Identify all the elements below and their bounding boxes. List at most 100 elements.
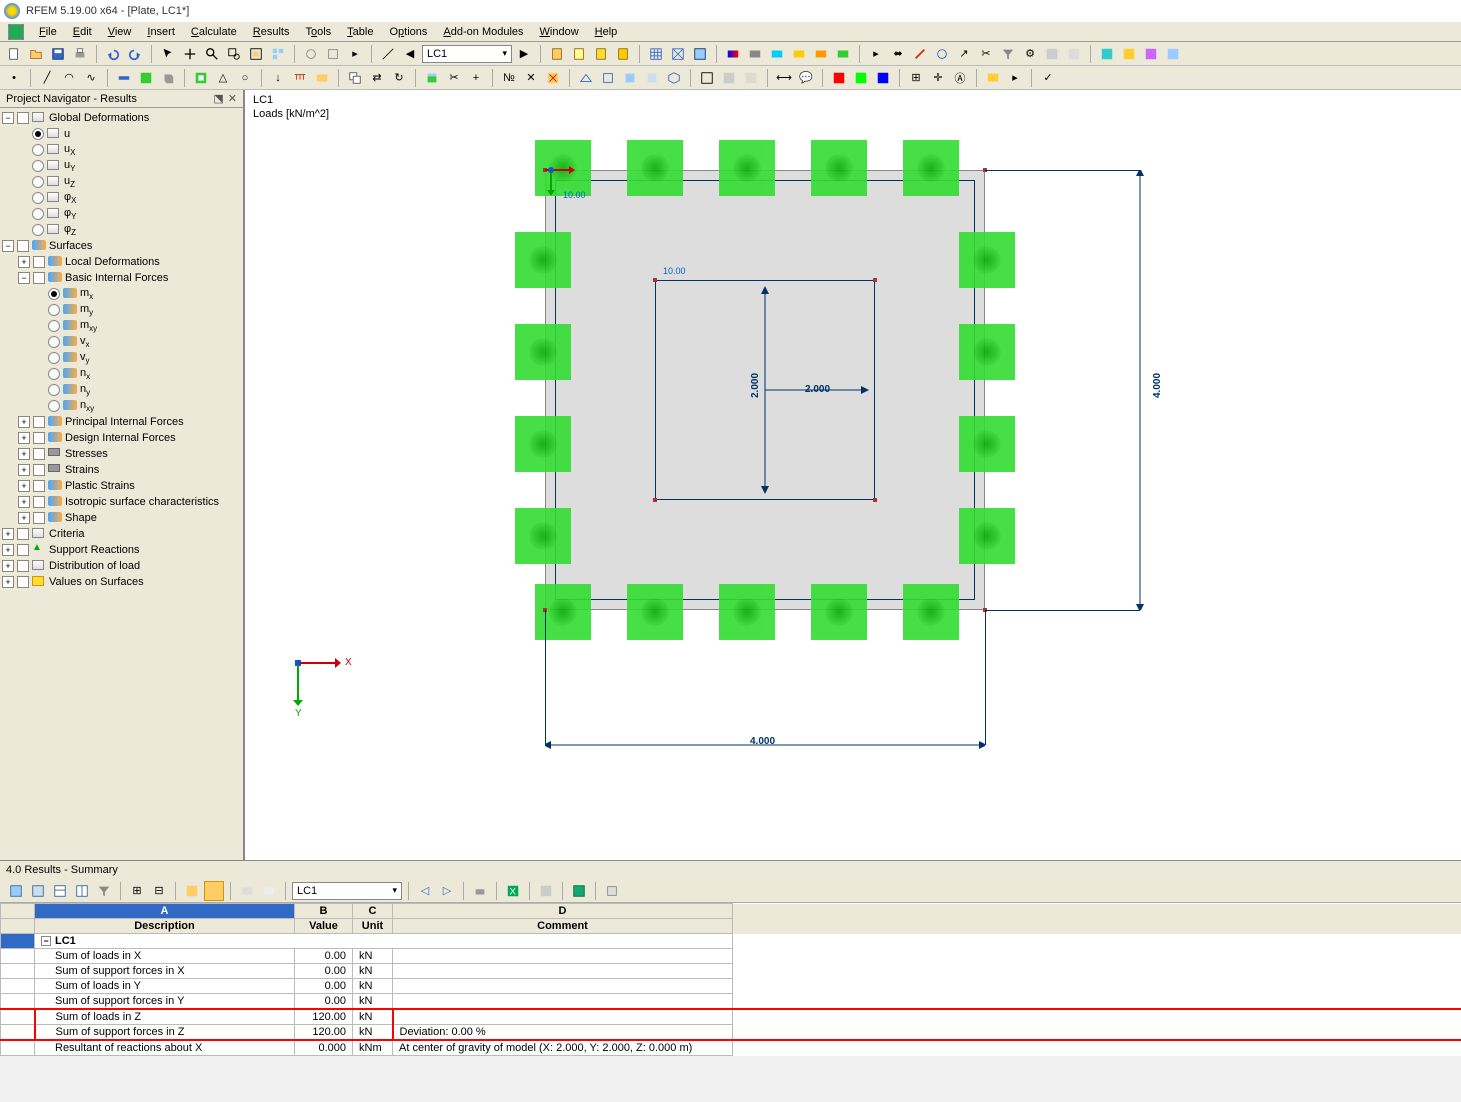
view-persp-icon[interactable] xyxy=(576,68,596,88)
tree-iso[interactable]: +Isotropic surface characteristics xyxy=(0,494,243,510)
tree-gd-u[interactable]: u xyxy=(0,126,243,142)
tree-basic-internal[interactable]: −Basic Internal Forces xyxy=(0,270,243,286)
spline-icon[interactable]: ∿ xyxy=(81,68,101,88)
tree-bi-my[interactable]: my xyxy=(0,302,243,318)
tree-values-surfaces[interactable]: +Values on Surfaces xyxy=(0,574,243,590)
sections-icon[interactable] xyxy=(910,44,930,64)
rt-view2-icon[interactable] xyxy=(259,881,279,901)
collapse-icon[interactable]: − xyxy=(18,272,30,284)
rt-prev-icon[interactable] xyxy=(28,881,48,901)
color1-icon[interactable] xyxy=(829,68,849,88)
axes-icon[interactable]: ✛ xyxy=(928,68,948,88)
table-row[interactable]: Sum of loads in X0.00kN xyxy=(1,949,1461,964)
menu-results[interactable]: Results xyxy=(246,24,297,40)
view-side-icon[interactable] xyxy=(642,68,662,88)
solid-view-icon[interactable] xyxy=(719,68,739,88)
expand-icon[interactable]: + xyxy=(18,464,30,476)
expand-icon[interactable]: + xyxy=(18,416,30,428)
res4-icon[interactable] xyxy=(789,44,809,64)
tree-local-def[interactable]: +Local Deformations xyxy=(0,254,243,270)
calc3-icon[interactable] xyxy=(591,44,611,64)
tree-gd-phix[interactable]: φX xyxy=(0,190,243,206)
wire-icon[interactable] xyxy=(697,68,717,88)
load3-icon[interactable] xyxy=(312,68,332,88)
tree-stresses[interactable]: +Stresses xyxy=(0,446,243,462)
rt-lc-next-icon[interactable]: ▷ xyxy=(437,881,457,901)
solid-icon[interactable] xyxy=(158,68,178,88)
hdr-value[interactable]: Value xyxy=(295,919,353,934)
support-icon[interactable]: △ xyxy=(213,68,233,88)
dim-icon[interactable]: ⟷ xyxy=(774,68,794,88)
table-row[interactable]: Sum of support forces in X0.00kN xyxy=(1,964,1461,979)
nav-tree[interactable]: −Global Deformations u uX uY uZ φX φY φZ… xyxy=(0,108,243,860)
rt-nav2-icon[interactable] xyxy=(204,881,224,901)
print-icon[interactable] xyxy=(70,44,90,64)
model-viewport[interactable]: LC1 Loads [kN/m^2] xyxy=(244,90,1461,860)
snap-icon[interactable] xyxy=(323,44,343,64)
expand-icon[interactable]: + xyxy=(18,256,30,268)
anim-icon[interactable]: ▸ xyxy=(866,44,886,64)
display-icon[interactable] xyxy=(983,68,1003,88)
hdr-description[interactable]: Description xyxy=(35,919,295,934)
tree-bi-mx[interactable]: mx xyxy=(0,286,243,302)
rt-expand-icon[interactable]: ⊞ xyxy=(127,881,147,901)
rt-collapse-icon[interactable]: ⊟ xyxy=(149,881,169,901)
res1-icon[interactable] xyxy=(723,44,743,64)
rt-copy-icon[interactable] xyxy=(536,881,556,901)
scale-icon[interactable]: ⬌ xyxy=(888,44,908,64)
view-top-icon[interactable] xyxy=(598,68,618,88)
res6-icon[interactable] xyxy=(833,44,853,64)
hdr-unit[interactable]: Unit xyxy=(353,919,393,934)
table-group-row[interactable]: −LC1 xyxy=(1,934,1461,949)
close-panel-icon[interactable]: ✕ xyxy=(228,92,237,105)
expand-icon[interactable]: + xyxy=(2,576,14,588)
rt-excel-icon[interactable]: X xyxy=(503,881,523,901)
menu-tools[interactable]: Tools xyxy=(298,24,338,40)
member-icon[interactable] xyxy=(114,68,134,88)
tree-bi-vy[interactable]: vy xyxy=(0,350,243,366)
mod2-icon[interactable] xyxy=(1119,44,1139,64)
rotate-icon[interactable]: ↻ xyxy=(389,68,409,88)
num-icon[interactable]: № xyxy=(499,68,519,88)
tree-distribution[interactable]: +Distribution of load xyxy=(0,558,243,574)
mesh1-icon[interactable] xyxy=(646,44,666,64)
menu-file[interactable]: File xyxy=(32,24,64,40)
calc-icon[interactable] xyxy=(547,44,567,64)
placeholder-icon[interactable] xyxy=(1042,44,1062,64)
tree-gd-phiy[interactable]: φY xyxy=(0,206,243,222)
rt-table1-icon[interactable] xyxy=(50,881,70,901)
rt-table2-icon[interactable] xyxy=(72,881,92,901)
clip-icon[interactable]: ✂ xyxy=(976,44,996,64)
table-row[interactable]: Sum of loads in Y0.00kN xyxy=(1,979,1461,994)
collapse-icon[interactable]: − xyxy=(2,240,14,252)
col-D[interactable]: D xyxy=(393,904,733,919)
tree-gd-uz[interactable]: uZ xyxy=(0,174,243,190)
tree-shape[interactable]: +Shape xyxy=(0,510,243,526)
expand-icon[interactable]: + xyxy=(2,528,14,540)
res2-icon[interactable] xyxy=(745,44,765,64)
mod1-icon[interactable] xyxy=(1097,44,1117,64)
rt-settings-icon[interactable] xyxy=(602,881,622,901)
table-row-highlighted[interactable]: Sum of support forces in Z120.00kNDeviat… xyxy=(1,1025,1461,1041)
zoom-icon[interactable] xyxy=(202,44,222,64)
calc4-icon[interactable] xyxy=(613,44,633,64)
open-icon[interactable] xyxy=(26,44,46,64)
menu-addons[interactable]: Add-on Modules xyxy=(436,24,530,40)
cog-icon[interactable]: ⚙ xyxy=(1020,44,1040,64)
color2-icon[interactable] xyxy=(851,68,871,88)
lc-nav-prev-icon[interactable]: ◀ xyxy=(400,44,420,64)
results-lc-dropdown[interactable]: LC1 ▾ xyxy=(292,882,402,900)
results-table[interactable]: A B C D Description Value Unit Comment −… xyxy=(0,903,1461,1056)
wcs-icon[interactable]: ▸ xyxy=(345,44,365,64)
col-C[interactable]: C xyxy=(353,904,393,919)
connect-icon[interactable]: + xyxy=(466,68,486,88)
tree-gd-ux[interactable]: uX xyxy=(0,142,243,158)
pin-icon[interactable]: ⬔ xyxy=(213,92,223,105)
calc2-icon[interactable] xyxy=(569,44,589,64)
line-icon[interactable]: ╱ xyxy=(37,68,57,88)
tree-gd-uy[interactable]: uY xyxy=(0,158,243,174)
tree-bi-ny[interactable]: ny xyxy=(0,382,243,398)
tree-design[interactable]: +Design Internal Forces xyxy=(0,430,243,446)
tree-global-deformations[interactable]: −Global Deformations xyxy=(0,110,243,126)
expand-icon[interactable]: + xyxy=(2,560,14,572)
